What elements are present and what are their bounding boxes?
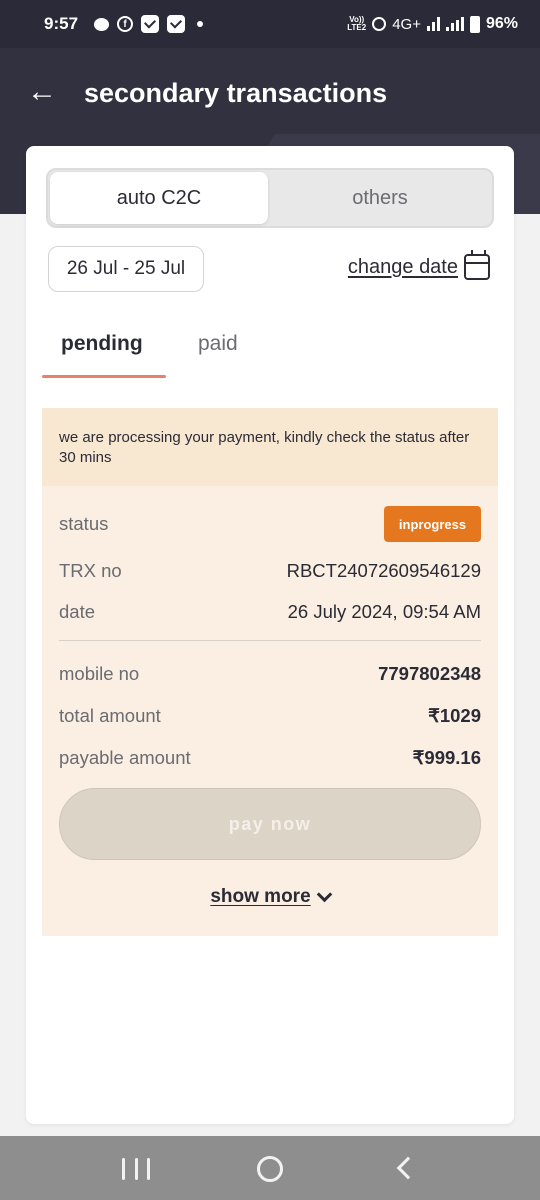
status-badge: inprogress: [384, 506, 481, 542]
network-type: 4G+: [392, 15, 421, 33]
date-label: date: [59, 601, 96, 622]
trx-label: TRX no: [59, 560, 122, 581]
type-segmented-control: auto C2C others: [46, 168, 494, 228]
back-icon[interactable]: [396, 1156, 420, 1180]
chevron-down-icon: [316, 886, 332, 902]
hotspot-icon: [372, 17, 387, 31]
payable-amount-row: payable amount ₹999.16: [59, 747, 481, 769]
details-divider: [59, 640, 481, 641]
status-bar: 9:57 f Vo)) LTE2 4G+ 96%: [0, 0, 540, 48]
segment-others[interactable]: others: [270, 172, 490, 224]
home-icon[interactable]: [257, 1156, 283, 1182]
change-date-button[interactable]: change date: [347, 250, 490, 280]
status-row: status inprogress: [59, 506, 481, 542]
battery-level: 96%: [485, 15, 518, 32]
active-tab-indicator: [42, 375, 166, 378]
status-label: status: [59, 513, 109, 534]
total-amount-label: total amount: [59, 705, 161, 726]
show-more-button[interactable]: show more: [26, 886, 514, 908]
gmail-icon: [167, 15, 186, 33]
battery-icon: [469, 15, 480, 33]
back-arrow-icon[interactable]: ←: [24, 74, 60, 110]
mobile-label: mobile no: [59, 663, 140, 684]
page-title: secondary transactions: [84, 78, 388, 108]
total-amount-value: ₹1029: [428, 705, 481, 726]
signal-icon: [426, 17, 440, 31]
transactions-card: auto C2C others 26 Jul - 25 Jul change d…: [26, 146, 514, 1124]
payable-amount-label: payable amount: [59, 747, 191, 768]
tab-paid[interactable]: paid: [198, 332, 238, 356]
signal-icon: [445, 17, 464, 31]
mobile-value: 7797802348: [378, 663, 481, 684]
date-row: date 26 July 2024, 09:54 AM: [59, 601, 481, 623]
pay-now-button[interactable]: pay now: [59, 788, 481, 860]
notification-icons: f: [94, 15, 204, 33]
total-amount-row: total amount ₹1029: [59, 705, 481, 727]
trx-row: TRX no RBCT24072609546129: [59, 560, 481, 582]
recent-apps-icon[interactable]: [122, 1158, 150, 1180]
segment-auto-c2c[interactable]: auto C2C: [50, 172, 268, 224]
change-date-label: change date: [347, 255, 458, 278]
system-nav-bar: [0, 1136, 540, 1200]
payable-amount-value: ₹999.16: [412, 747, 481, 768]
volte-icon: Vo)) LTE2: [347, 15, 367, 32]
status-time: 9:57: [44, 14, 79, 33]
processing-notice: we are processing your payment, kindly c…: [42, 408, 498, 486]
system-icons: Vo)) LTE2 4G+ 96%: [347, 15, 518, 33]
trx-value: RBCT24072609546129: [286, 560, 481, 581]
calendar-icon: [464, 250, 490, 280]
chat-icon: [94, 17, 110, 31]
gmail-icon: [141, 15, 160, 33]
mobile-row: mobile no 7797802348: [59, 663, 481, 685]
show-more-label: show more: [210, 886, 311, 907]
date-range-chip[interactable]: 26 Jul - 25 Jul: [48, 246, 204, 292]
date-value: 26 July 2024, 09:54 AM: [287, 601, 481, 622]
more-notifications-icon: [197, 21, 204, 27]
tab-pending[interactable]: pending: [61, 332, 143, 356]
facebook-icon: f: [117, 16, 134, 32]
